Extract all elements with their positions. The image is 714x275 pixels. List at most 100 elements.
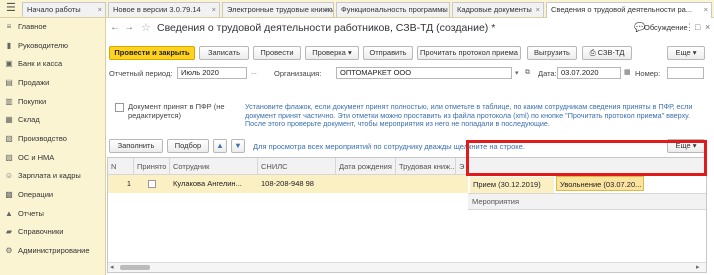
upload-button[interactable]: Выгрузить	[527, 46, 577, 60]
period-more-icon[interactable]: ...	[251, 69, 257, 76]
sidebar-item-manager[interactable]: ▮ Руководителю	[4, 39, 68, 52]
books-icon: ▰	[5, 227, 13, 236]
menu-icon: ≡	[6, 22, 12, 31]
event-dismissal[interactable]: Увольнение (03.07.20...	[556, 176, 644, 191]
period-field[interactable]: Июль 2020	[177, 67, 247, 79]
tab-hr-docs[interactable]: Кадровые документы ×	[452, 2, 544, 17]
save-button[interactable]: Записать	[199, 46, 249, 60]
select-button[interactable]: Подбор	[167, 139, 209, 153]
title-bar: ← → ☆ Сведения о трудовой деятельности р…	[107, 18, 714, 38]
col-header-n[interactable]: N	[108, 158, 134, 175]
tab-label: Начало работы	[27, 5, 81, 14]
menu-icon[interactable]: ☰	[6, 3, 18, 14]
highlight-box	[466, 140, 707, 176]
post-close-button[interactable]: Провести и закрыть	[109, 46, 195, 60]
print-szv-button[interactable]: ⎙ СЗВ-ТД	[582, 46, 632, 60]
number-field[interactable]	[667, 67, 704, 79]
event-hire[interactable]: Прием (30.12.2019)	[470, 177, 554, 193]
sidebar-item-reports[interactable]: ▲ Отчеты	[4, 207, 44, 220]
sidebar-item-purchases[interactable]: ▥ Покупки	[4, 95, 46, 108]
cell-n: 1	[126, 179, 131, 188]
cell-book	[396, 176, 456, 192]
cart-icon: ▤	[5, 78, 13, 87]
date-field[interactable]: 03.07.2020	[557, 67, 621, 79]
row-accepted-checkbox[interactable]	[148, 180, 156, 188]
tab-label: Новое в версии 3.0.79.14	[113, 5, 201, 14]
close-icon[interactable]: ×	[212, 3, 216, 17]
chevron-down-icon: ▾	[347, 48, 352, 57]
close-icon[interactable]: ×	[536, 3, 540, 17]
sidebar-item-bank[interactable]: ▣ Банк и касса	[4, 57, 62, 70]
forward-icon[interactable]: →	[123, 22, 135, 34]
number-label: Номер:	[635, 69, 661, 78]
sidebar-item-assets[interactable]: ▨ ОС и НМА	[4, 151, 54, 164]
sidebar-item-sales[interactable]: ▤ Продажи	[4, 76, 49, 89]
sidebar-item-production[interactable]: ▧ Производство	[4, 132, 67, 145]
close-icon[interactable]: ×	[704, 3, 708, 17]
maximize-icon[interactable]: □	[695, 22, 700, 32]
scroll-right-icon[interactable]: ▸	[696, 263, 700, 271]
chevron-down-icon[interactable]: ▾	[515, 69, 519, 77]
tab-szv-td[interactable]: Сведения о трудовой деятельности ра... ×	[546, 2, 712, 18]
accepted-label: Документ принят в ПФР (не редактируется)	[128, 102, 225, 120]
sidebar-item-warehouse[interactable]: ▦ Склад	[4, 113, 40, 126]
discuss-link[interactable]: Обсуждение	[644, 23, 688, 32]
horizontal-scrollbar[interactable]: ◂ ▸	[108, 262, 706, 272]
check-button[interactable]: Проверка ▾	[305, 46, 359, 60]
close-icon[interactable]: ×	[442, 3, 446, 17]
col-header-employee[interactable]: Сотрудник	[170, 158, 258, 175]
more-button[interactable]: Еще ▾	[667, 46, 705, 60]
scrollbar-thumb[interactable]	[120, 265, 150, 270]
people-icon: ☺	[4, 171, 14, 180]
close-icon[interactable]: ×	[705, 22, 710, 32]
move-down-icon[interactable]: ▼	[231, 139, 245, 153]
more-vert-icon[interactable]: ⋮	[685, 22, 694, 33]
gear-icon: ⚙	[5, 246, 13, 255]
tab-new-version[interactable]: Новое в версии 3.0.79.14 ×	[108, 2, 220, 17]
warehouse-icon: ▦	[5, 115, 13, 124]
cell-snils: 108-208-948 98	[261, 179, 314, 188]
tab-label: Электронные трудовые книжки	[227, 5, 334, 14]
move-up-icon[interactable]: ▲	[213, 139, 227, 153]
tab-label: Функциональность программы	[341, 5, 448, 14]
back-icon[interactable]: ←	[109, 22, 121, 34]
table-row[interactable]: 1 Кулакова Ангелин... 108-208-948 98	[108, 175, 468, 193]
tabs-bar: ☰ Начало работы × Новое в версии 3.0.79.1…	[0, 0, 714, 18]
col-header-accepted[interactable]: Принято	[134, 158, 170, 175]
tab-start[interactable]: Начало работы ×	[22, 2, 106, 17]
send-button[interactable]: Отправить	[363, 46, 413, 60]
sidebar-item-catalogs[interactable]: ▰ Справочники	[4, 225, 64, 238]
close-icon[interactable]: ×	[98, 3, 102, 17]
factory-icon: ▧	[5, 134, 13, 143]
tab-functionality[interactable]: Функциональность программы ×	[336, 2, 450, 17]
close-icon[interactable]: ×	[326, 3, 330, 17]
star-icon[interactable]: ☆	[141, 21, 151, 34]
sidebar-item-main[interactable]: ≡ Главное	[4, 20, 47, 33]
col-header-birth[interactable]: Дата рождения	[336, 158, 396, 175]
org-field[interactable]: ОПТОМАРКЕТ ООО	[336, 67, 512, 79]
bank-icon: ▣	[5, 59, 13, 68]
sidebar-item-operations[interactable]: ▩ Операции	[4, 188, 53, 201]
printer-icon: ⎙	[589, 48, 596, 57]
post-button[interactable]: Провести	[253, 46, 301, 60]
tab-label: Кадровые документы	[457, 5, 532, 14]
read-protocol-button[interactable]: Прочитать протокол приема	[417, 46, 521, 60]
chart-icon: ▮	[6, 41, 12, 50]
col-header-book[interactable]: Трудовая книж...	[396, 158, 456, 175]
page-title: Сведения о трудовой деятельности работни…	[157, 22, 496, 34]
scroll-left-icon[interactable]: ◂	[110, 263, 114, 271]
col-header-snils[interactable]: СНИЛС	[258, 158, 336, 175]
accepted-checkbox[interactable]	[115, 103, 124, 112]
calendar-icon[interactable]: ▦	[624, 68, 631, 76]
events-header: Мероприятия	[468, 193, 706, 210]
org-label: Организация:	[274, 69, 322, 78]
sidebar-item-salary[interactable]: ☺ Зарплата и кадры	[4, 169, 81, 182]
tab-electronic-books[interactable]: Электронные трудовые книжки ×	[222, 2, 334, 17]
sidebar: ≡ Главное ▮ Руководителю ▣ Банк и касса ▤ Пр…	[0, 18, 106, 275]
basket-icon: ▥	[5, 97, 13, 106]
sidebar-item-admin[interactable]: ⚙ Администрирование	[4, 244, 89, 257]
info-note: Установите флажок, если документ принят …	[245, 102, 693, 128]
fill-button[interactable]: Заполнить	[109, 139, 163, 153]
cell-employee: Кулакова Ангелин...	[173, 179, 242, 188]
open-icon[interactable]: ⧉	[525, 69, 530, 77]
